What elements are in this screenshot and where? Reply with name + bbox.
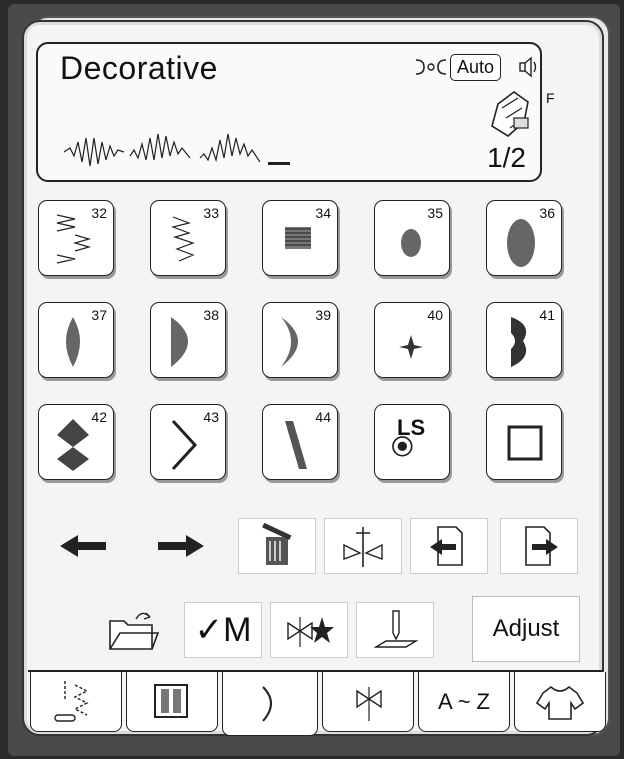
crescent-stitch-icon bbox=[281, 317, 298, 367]
stitch-button-square[interactable] bbox=[486, 404, 562, 480]
page-back-icon bbox=[430, 526, 463, 566]
satin-block-stitch-icon bbox=[285, 227, 311, 249]
folder-save-icon bbox=[109, 612, 160, 650]
mirror-button[interactable] bbox=[324, 518, 402, 574]
foot-label: F bbox=[546, 90, 555, 106]
arrow-right-button[interactable] bbox=[142, 518, 220, 574]
needle-button[interactable] bbox=[356, 602, 434, 658]
tab-garment[interactable] bbox=[514, 672, 606, 732]
combo-stitch-icon bbox=[287, 617, 334, 647]
arrow-left-button[interactable] bbox=[44, 518, 122, 574]
alphabet-tab-label: A ~ Z bbox=[438, 688, 490, 714]
stitch-button-41[interactable]: 41 bbox=[486, 302, 562, 378]
stitch-button-44[interactable]: 44 bbox=[262, 404, 338, 480]
page-indicator: 1/2 bbox=[487, 142, 526, 173]
thread-tension-icon[interactable] bbox=[414, 56, 448, 78]
stitch-preview bbox=[64, 133, 290, 167]
diamond-stitch-icon bbox=[57, 419, 89, 471]
mirror-icon bbox=[343, 527, 383, 567]
delete-button[interactable] bbox=[238, 518, 316, 574]
double-scallop-stitch-icon bbox=[511, 317, 527, 367]
page-title: Decorative bbox=[60, 50, 218, 86]
stitch-button-ls[interactable]: LS bbox=[374, 404, 450, 480]
stitch-header: Decorative Auto F 1/2 bbox=[36, 42, 555, 182]
tab-buttonhole[interactable] bbox=[126, 672, 218, 732]
chevron-stitch-icon bbox=[171, 419, 198, 471]
combo-stitch-button[interactable] bbox=[270, 602, 348, 658]
auto-button[interactable]: Auto bbox=[450, 54, 502, 81]
star-stitch-icon bbox=[399, 335, 423, 359]
arrow-right-icon bbox=[158, 535, 204, 557]
stitch-button-42[interactable]: 42 bbox=[38, 404, 114, 480]
tab-utility[interactable] bbox=[30, 672, 122, 732]
tab-applique[interactable] bbox=[322, 672, 414, 732]
stitch-button-35[interactable]: 35 bbox=[374, 200, 450, 276]
stitch-button-40[interactable]: 40 bbox=[374, 302, 450, 378]
page-forward-button[interactable] bbox=[500, 518, 578, 574]
arrow-left-icon bbox=[60, 535, 106, 557]
stitch-button-36[interactable]: 36 bbox=[486, 200, 562, 276]
zigzag-step-stitch-icon bbox=[56, 214, 92, 264]
memory-button[interactable]: ✓M bbox=[184, 602, 262, 658]
leaf-stitch-icon bbox=[66, 317, 80, 367]
stitch-button-33[interactable]: 33 bbox=[150, 200, 226, 276]
zigzag-stitch-icon bbox=[170, 216, 195, 262]
tab-decorative[interactable] bbox=[222, 672, 318, 736]
stitch-button-43[interactable]: 43 bbox=[150, 404, 226, 480]
half-moon-stitch-icon bbox=[171, 317, 188, 367]
tab-alphabet[interactable]: A ~ Z bbox=[418, 672, 510, 732]
applique-tab-icon bbox=[356, 686, 382, 721]
buttonhole-tab-icon bbox=[154, 683, 188, 718]
large-oval-stitch-icon bbox=[507, 219, 535, 267]
stitch-button-38[interactable]: 38 bbox=[150, 302, 226, 378]
square-frame-stitch-icon bbox=[507, 425, 543, 461]
utility-stitch-tab-icon bbox=[54, 680, 89, 722]
garment-tab-icon bbox=[535, 685, 585, 720]
stitch-button-37[interactable]: 37 bbox=[38, 302, 114, 378]
trash-icon bbox=[262, 523, 292, 565]
ls-lock-stitch-icon bbox=[392, 436, 413, 457]
stitch-button-39[interactable]: 39 bbox=[262, 302, 338, 378]
stitch-button-32[interactable]: 32 bbox=[38, 200, 114, 276]
speaker-icon[interactable] bbox=[518, 56, 540, 78]
page-forward-icon bbox=[525, 526, 558, 566]
presser-foot-icon bbox=[491, 91, 529, 137]
save-folder-button[interactable] bbox=[94, 602, 172, 658]
adjust-button[interactable]: Adjust bbox=[472, 596, 580, 662]
small-oval-stitch-icon bbox=[401, 229, 421, 257]
decorative-tab-icon bbox=[262, 685, 272, 722]
slanted-satin-stitch-icon bbox=[285, 421, 307, 469]
page-back-button[interactable] bbox=[410, 518, 488, 574]
stitch-button-34[interactable]: 34 bbox=[262, 200, 338, 276]
needle-up-icon bbox=[373, 610, 419, 648]
lcd-panel: Decorative Auto F 1/2 32 33 34 35 36 37 … bbox=[22, 20, 606, 736]
